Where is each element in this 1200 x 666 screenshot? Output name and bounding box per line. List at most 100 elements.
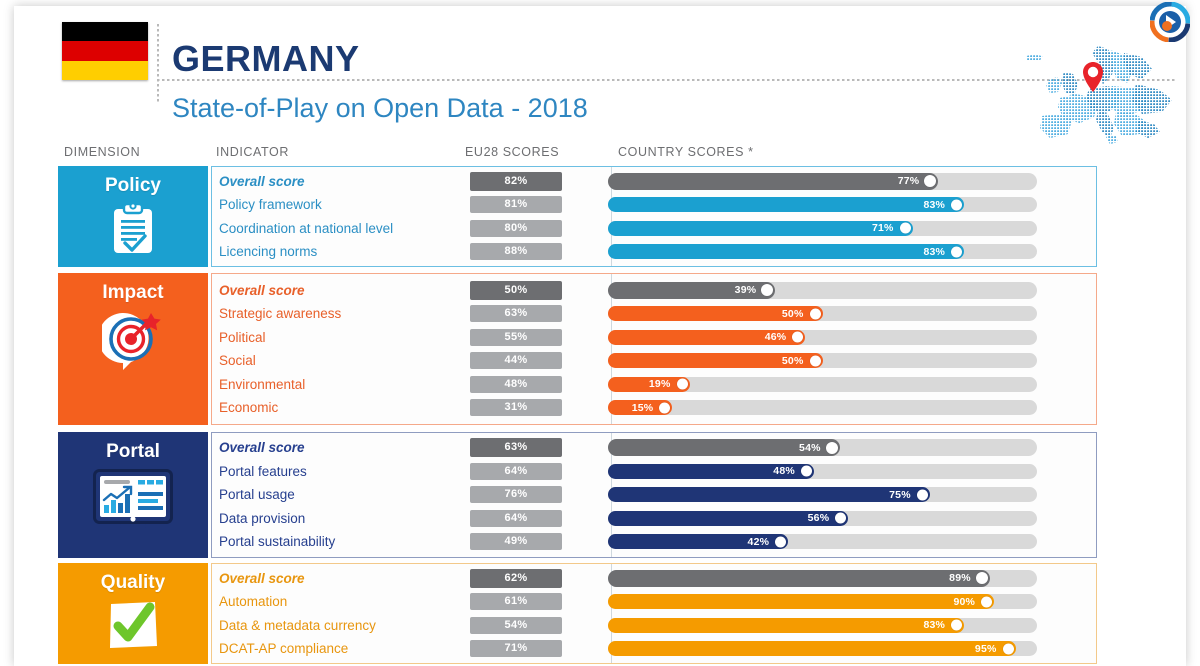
country-score-track: 56% [608,510,1037,526]
indicator-label: Economic [219,400,279,415]
clipboard-check-icon [110,202,156,260]
country-score-track: 42% [608,534,1037,550]
country-score-track: 15% [608,400,1037,415]
score-marker-knob [800,465,812,477]
country-score-bar: 54% [608,439,840,457]
dimension-block-impact: Impact [58,273,208,425]
country-score-track: 83% [608,244,1037,259]
score-marker-knob [676,378,688,390]
country-score-bar: 50% [608,353,823,368]
dimension-label: Portal [106,441,160,462]
eu28-score-badge: 54% [470,616,562,634]
country-score-value: 83% [923,245,946,258]
country-score-value: 95% [974,642,997,655]
country-score-bar: 50% [608,306,823,321]
score-marker-knob [951,199,963,210]
country-score-track: 48% [608,463,1037,479]
country-score-value: 75% [889,488,911,501]
eu28-score-badge: 44% [470,352,562,369]
score-marker-knob [951,246,963,257]
indicator-row: Strategic awareness 63% 50% [212,302,1096,326]
country-score-bar: 42% [608,534,789,550]
column-header-dimension: DIMENSION [64,145,141,159]
indicator-label: Data & metadata currency [219,617,376,633]
indicator-row: Overall score 82% 77% [212,170,1096,194]
country-score-track: 71% [608,220,1037,236]
score-marker-knob [775,536,787,548]
eu28-score-badge: 31% [470,399,562,416]
country-score-track: 83% [608,617,1037,633]
indicator-label: Overall score [219,282,305,298]
indicator-row: Portal usage 76% 75% [212,483,1096,507]
eu28-score-badge: 82% [470,171,562,191]
indicator-label: Overall score [219,570,305,586]
country-score-bar: 95% [608,641,1016,656]
eu28-score-badge: 64% [470,509,562,527]
indicator-row: Political 55% 46% [212,326,1096,350]
country-score-bar: 90% [608,594,995,609]
eu28-score-badge: 81% [470,196,562,213]
country-score-bar: 39% [608,281,776,299]
eu28-score-badge: 50% [470,280,562,300]
country-score-value: 56% [807,512,830,525]
indicator-label: Policy framework [219,197,322,212]
green-checkmark-card-icon [105,600,161,657]
indicator-row: Data & metadata currency 54% 83% [212,614,1096,638]
indicator-row: Environmental 48% 19% [212,373,1096,397]
indicator-label: Portal features [219,463,307,479]
score-marker-knob [924,175,937,187]
indicator-label: Licencing norms [219,244,318,259]
country-score-bar: 46% [608,329,806,345]
score-marker-knob [916,489,928,501]
target-arrow-icon [98,310,164,377]
country-score-bar: 89% [608,569,990,587]
european-data-portal-logo [1149,1,1191,43]
country-score-track: 46% [608,329,1037,345]
country-score-track: 39% [608,281,1037,299]
country-score-bar: 71% [608,220,913,236]
dimension-label: Impact [102,282,164,303]
country-score-value: 42% [747,535,770,548]
indicator-label: Political [219,329,266,345]
indicator-panel-impact: Overall score 50% 39% Strategic awarenes… [211,273,1097,425]
indicator-label: Social [219,353,256,368]
indicator-row: Licencing norms 88% 83% [212,240,1096,264]
column-header-eu28-scores: EU28 SCORES [465,145,560,159]
country-score-value: 48% [773,465,795,478]
indicator-row: Policy framework 81% 83% [212,193,1096,217]
dimension-block-quality: Quality [58,563,208,664]
indicator-row: Social 44% 50% [212,349,1096,373]
country-score-track: 19% [608,376,1037,392]
indicator-row: Portal sustainability 49% 42% [212,530,1096,554]
column-header-country-scores: COUNTRY SCORES * [618,145,754,159]
column-header-indicator: INDICATOR [216,145,289,159]
dimension-label: Quality [100,572,166,593]
eu28-score-badge: 55% [470,328,562,346]
slide-background: GERMANY State-of-Play on Open Data - 201… [0,0,1200,666]
eu28-score-badge: 88% [470,243,562,260]
score-marker-knob [1002,643,1014,654]
country-score-bar: 48% [608,463,814,479]
country-score-value: 50% [781,354,804,367]
indicator-label: Portal sustainability [219,534,336,550]
indicator-label: Coordination at national level [219,220,394,236]
score-marker-knob [981,596,993,607]
dashboard-monitor-icon [93,469,173,536]
country-score-bar: 83% [608,197,965,212]
eu28-score-badge: 63% [470,305,562,322]
indicator-label: Portal usage [219,487,295,503]
indicator-panel-policy: Overall score 82% 77% Policy framework 8… [211,166,1097,267]
indicator-row: Overall score 50% 39% [212,279,1096,303]
header-dotted-divider-vertical [157,24,159,102]
dimension-block-portal: Portal [58,432,208,558]
score-marker-knob [659,402,671,413]
country-score-track: 77% [608,172,1037,190]
score-marker-knob [899,222,911,234]
indicator-row: DCAT-AP compliance 71% 95% [212,637,1096,661]
eu28-score-badge: 61% [470,593,562,610]
indicator-row: Overall score 63% 54% [212,436,1096,460]
indicator-label: Automation [219,594,288,609]
indicator-panel-portal: Overall score 63% 54% Portal features 64… [211,432,1097,558]
country-score-value: 19% [648,378,671,390]
country-score-bar: 19% [608,376,690,392]
